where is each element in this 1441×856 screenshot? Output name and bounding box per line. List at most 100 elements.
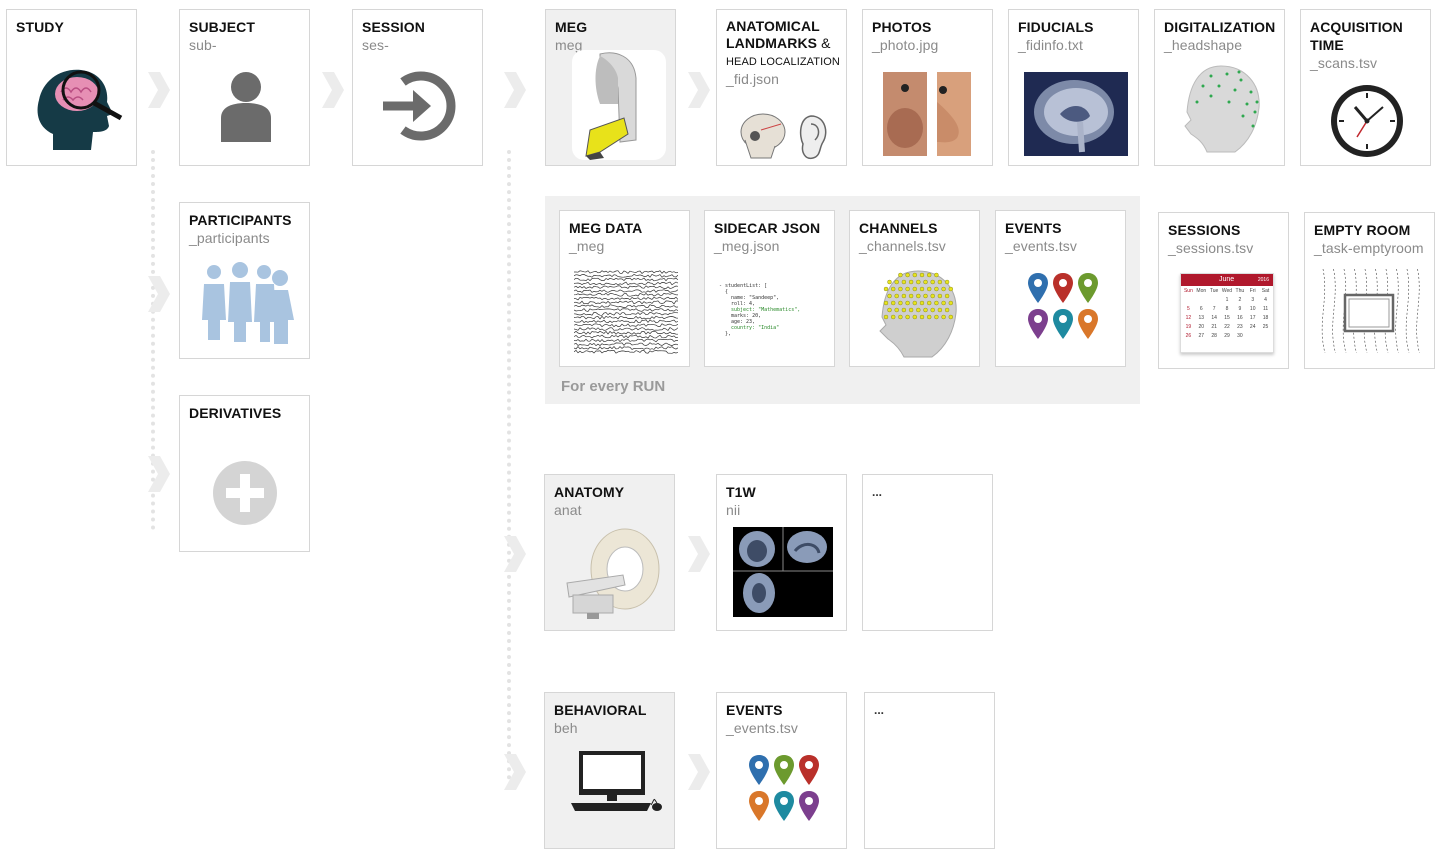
participants-card[interactable]: PARTICIPANTS _participants	[179, 202, 310, 359]
calendar-weekday: Fri	[1249, 288, 1256, 294]
calendar-day: 20	[1198, 324, 1205, 330]
calendar-day: 22	[1224, 324, 1230, 330]
calendar-day	[1208, 297, 1221, 303]
card-title: SESSIONS	[1168, 222, 1241, 238]
card-title: FIDUCIALS	[1018, 19, 1094, 35]
card-subtitle: _events.tsv	[1005, 238, 1077, 254]
events-beh-card[interactable]: EVENTS _events.tsv	[716, 692, 847, 849]
beh-more-card[interactable]: ...	[864, 692, 995, 849]
calendar-day: 6	[1199, 306, 1203, 312]
calendar-day	[1259, 333, 1272, 339]
card-subtitle: _meg	[569, 238, 605, 254]
calendar-day: 8	[1225, 306, 1229, 312]
card-title: ANATOMY	[554, 484, 625, 500]
calendar-day: 30	[1237, 333, 1243, 339]
calendar-month: June	[1219, 276, 1235, 283]
card-title: TIME	[1310, 37, 1344, 53]
calendar-weekday: Tue	[1209, 288, 1219, 294]
calendar-day	[1195, 297, 1208, 303]
chevron-icon	[148, 276, 170, 312]
map-pins-icon	[1028, 273, 1098, 339]
t1w-card[interactable]: T1W nii	[716, 474, 847, 631]
digitalization-card[interactable]: DIGITALIZATION _headshape	[1154, 9, 1285, 166]
card-title: DIGITALIZATION	[1164, 19, 1276, 35]
calendar-day: 11	[1262, 306, 1269, 312]
calendar-day: 9	[1238, 306, 1242, 312]
meg-scanner-icon	[572, 50, 666, 160]
chevron-icon	[322, 72, 344, 108]
chevron-icon	[504, 536, 526, 572]
chevron-icon	[688, 754, 710, 790]
calendar-day: 27	[1198, 333, 1205, 339]
card-title: HEAD LOCALIZATION	[726, 56, 840, 68]
card-title: EMPTY ROOM	[1314, 222, 1411, 238]
card-subtitle: _fidinfo.txt	[1018, 37, 1084, 53]
calendar-day: 1	[1225, 297, 1229, 303]
anatomy-card[interactable]: ANATOMY anat	[544, 474, 675, 631]
subject-card[interactable]: SUBJECT sub-	[179, 9, 310, 166]
photos-card[interactable]: PHOTOS _photo.jpg	[862, 9, 993, 166]
card-subtitle: _photo.jpg	[872, 37, 939, 53]
behavioral-card[interactable]: BEHAVIORAL beh	[544, 692, 675, 849]
card-subtitle: ses-	[362, 37, 389, 53]
study-card[interactable]: STUDY	[6, 9, 137, 166]
card-title: ACQUISITION	[1310, 19, 1403, 35]
emptyroom-card[interactable]: EMPTY ROOM _task-emptyroom	[1304, 212, 1435, 369]
calendar-day	[1246, 333, 1259, 339]
card-subtitle: _fid.json	[726, 71, 780, 87]
card-subtitle: _sessions.tsv	[1168, 240, 1254, 256]
head-brain-icon	[37, 69, 123, 150]
meg-card[interactable]: MEG meg	[545, 9, 676, 166]
card-title: MEG	[555, 19, 588, 35]
fiducials-card[interactable]: FIDUCIALS _fidinfo.txt	[1008, 9, 1139, 166]
chevron-icon	[148, 456, 170, 492]
card-subtitle: _meg.json	[714, 238, 780, 254]
chevron-icon	[504, 72, 526, 108]
card-title: STUDY	[16, 19, 64, 35]
acquisition-card[interactable]: ACQUISITION TIME _scans.tsv	[1300, 9, 1431, 166]
sessions-card[interactable]: SESSIONS _sessions.tsv June 2016 Sun Mon Tu…	[1158, 212, 1289, 369]
people-group-icon	[202, 262, 294, 344]
sidecar-card[interactable]: SIDECAR JSON _meg.json - studentList: [ {…	[704, 210, 835, 367]
card-subtitle: _events.tsv	[726, 720, 798, 736]
calendar-day: 18	[1262, 315, 1269, 321]
calendar-day: 24	[1249, 324, 1256, 330]
json-snippet: - studentList: [ { name: "Sandeep", roll…	[719, 283, 800, 337]
calendar-day: 16	[1237, 315, 1243, 321]
chevron-icon	[504, 754, 526, 790]
calendar-day: 13	[1198, 315, 1205, 321]
anat-more-card[interactable]: ...	[862, 474, 993, 631]
shielded-room-icon	[1321, 269, 1420, 353]
calendar-day: 19	[1185, 324, 1192, 330]
card-title: LANDMARKS	[726, 35, 818, 51]
card-title: T1W	[726, 484, 756, 500]
calendar-day: 17	[1249, 315, 1256, 321]
derivatives-card[interactable]: DERIVATIVES	[179, 395, 310, 552]
calendar-day: 4	[1264, 297, 1267, 303]
card-title: PARTICIPANTS	[189, 212, 292, 228]
computer-icon	[571, 751, 662, 811]
json-line: },	[725, 331, 732, 337]
card-title-ampersand: &	[817, 35, 831, 51]
card-title: DERIVATIVES	[189, 405, 282, 421]
plus-icon	[213, 461, 277, 525]
card-title: SUBJECT	[189, 19, 256, 35]
events-run-card[interactable]: EVENTS _events.tsv	[995, 210, 1126, 367]
session-card[interactable]: SESSION ses-	[352, 9, 483, 166]
mri-slices-icon	[733, 527, 833, 617]
chevron-icon	[688, 536, 710, 572]
meg-data-card[interactable]: MEG DATA _meg	[559, 210, 690, 367]
login-icon	[383, 71, 456, 141]
card-title: ANATOMICAL	[726, 18, 820, 34]
calendar-day: 2	[1238, 297, 1242, 303]
landmarks-card[interactable]: ANATOMICAL LANDMARKS & HEAD LOCALIZATION…	[716, 9, 847, 166]
calendar-weekday: Sat	[1261, 288, 1270, 294]
person-icon	[221, 72, 271, 142]
card-subtitle: _task-emptyroom	[1314, 240, 1424, 256]
calendar-day: 12	[1185, 315, 1192, 321]
calendar-weekday: Thu	[1235, 288, 1245, 294]
card-subtitle: _participants	[189, 230, 270, 246]
card-title: CHANNELS	[859, 220, 938, 236]
channels-card[interactable]: CHANNELS _channels.tsv	[849, 210, 980, 367]
calendar-day: 15	[1224, 315, 1230, 321]
